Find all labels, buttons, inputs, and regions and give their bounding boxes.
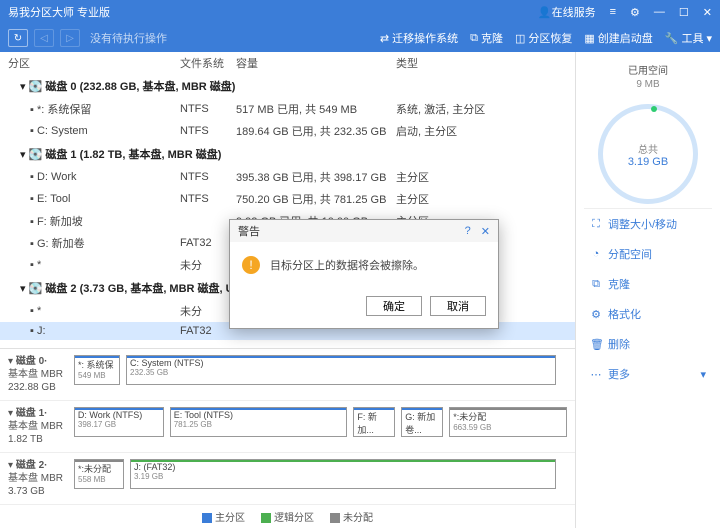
col-partition: 分区: [8, 55, 180, 71]
minimize-button[interactable]: —: [654, 6, 665, 18]
partition-bar-segment[interactable]: D: Work (NTFS)398.17 GB: [74, 407, 164, 437]
next-button[interactable]: ▷: [60, 29, 80, 47]
cancel-button[interactable]: 取消: [430, 296, 486, 316]
partition-row[interactable]: ▪ D: WorkNTFS395.38 GB 已用, 共 398.17 GB主分…: [0, 166, 575, 188]
action-item[interactable]: ⧉克隆: [584, 269, 712, 299]
tools-button[interactable]: 🔧 工具 ▾: [665, 30, 712, 46]
partition-bar-segment[interactable]: C: System (NTFS)232.35 GB: [126, 355, 556, 385]
action-icon: ⛶: [590, 218, 602, 231]
warning-icon: !: [242, 256, 260, 274]
used-space-value: 9 MB: [584, 79, 712, 90]
partition-row[interactable]: ▪ C: SystemNTFS189.64 GB 已用, 共 232.35 GB…: [0, 120, 575, 142]
partition-bar-segment[interactable]: *:未分配663.59 GB: [449, 407, 567, 437]
right-panel: 已用空间 9 MB 总共 3.19 GB ⛶调整大小/移动◔分配空间⧉克隆⚙格式…: [576, 52, 720, 528]
action-icon: ◔: [590, 248, 602, 260]
help-icon[interactable]: ?: [465, 225, 471, 238]
action-item[interactable]: ◔分配空间: [584, 239, 712, 269]
disk-icon: ▾ 💽: [20, 81, 45, 93]
action-icon: ⚙: [590, 308, 602, 321]
settings-icon[interactable]: ⚙: [630, 6, 640, 19]
partition-bar-segment[interactable]: *: 系统保549 MB: [74, 355, 120, 385]
undo-button[interactable]: ↻: [8, 29, 28, 47]
action-item[interactable]: ⋯更多▾: [584, 359, 712, 389]
disk-icon: ▾ 💽: [20, 283, 45, 295]
ok-button[interactable]: 确定: [366, 296, 422, 316]
partition-bar-segment[interactable]: F: 新加...10.00 GB: [353, 407, 395, 437]
dialog-message: 目标分区上的数据将会被擦除。: [270, 257, 424, 273]
partition-row[interactable]: ▪ E: ToolNTFS750.20 GB 已用, 共 781.25 GB主分…: [0, 188, 575, 210]
action-item[interactable]: ⚙格式化: [584, 299, 712, 329]
bootdisk-button[interactable]: ▦ 创建启动盘: [584, 30, 652, 46]
pending-ops-label: 没有待执行操作: [90, 30, 167, 46]
close-button[interactable]: ✕: [703, 6, 712, 19]
disk-header[interactable]: ▾ 💽 磁盘 1 (1.82 TB, 基本盘, MBR 磁盘): [0, 142, 575, 166]
dialog-close-icon[interactable]: ✕: [481, 225, 490, 238]
partition-row[interactable]: ▪ *: 系统保留NTFS517 MB 已用, 共 549 MB系统, 激活, …: [0, 98, 575, 120]
dialog-title: 警告: [238, 223, 260, 239]
action-item[interactable]: ⛶调整大小/移动: [584, 209, 712, 239]
capacity-chart: 总共 3.19 GB: [598, 104, 698, 204]
clone-button[interactable]: ⧉ 克隆: [470, 30, 503, 46]
app-title: 易我分区大师 专业版: [8, 4, 538, 20]
warning-dialog: 警告 ? ✕ ! 目标分区上的数据将会被擦除。 确定 取消: [229, 219, 499, 329]
disk-bar-row: ▾ 磁盘 0·基本盘 MBR232.88 GB*: 系统保549 MBC: Sy…: [0, 349, 575, 401]
col-type: 类型: [396, 55, 567, 71]
disk-icon: ▾ 💽: [20, 149, 45, 161]
action-item[interactable]: 🗑删除: [584, 329, 712, 359]
partition-bar-segment[interactable]: E: Tool (NTFS)781.25 GB: [170, 407, 348, 437]
menu-icon[interactable]: ≡: [610, 6, 616, 18]
disk-header[interactable]: ▾ 💽 磁盘 0 (232.88 GB, 基本盘, MBR 磁盘): [0, 74, 575, 98]
col-capacity: 容量: [236, 55, 396, 71]
action-icon: ⋯: [590, 368, 602, 381]
legend: 主分区 逻辑分区 未分配: [0, 505, 575, 528]
col-filesystem: 文件系统: [180, 55, 236, 71]
recover-button[interactable]: ◫ 分区恢复: [515, 30, 572, 46]
action-icon: 🗑: [590, 338, 602, 351]
disk-bar-row: ▾ 磁盘 2·基本盘 MBR3.73 GB*:未分配558 MBJ: (FAT3…: [0, 453, 575, 505]
partition-bar-segment[interactable]: G: 新加卷...10.00 GB: [401, 407, 443, 437]
prev-button[interactable]: ◁: [34, 29, 54, 47]
table-header: 分区 文件系统 容量 类型: [0, 52, 575, 74]
partition-bar-segment[interactable]: *:未分配558 MB: [74, 459, 124, 489]
online-service-link[interactable]: 👤在线服务: [538, 4, 596, 20]
maximize-button[interactable]: ☐: [679, 6, 689, 19]
disk-bar-area: ▾ 磁盘 0·基本盘 MBR232.88 GB*: 系统保549 MBC: Sy…: [0, 348, 575, 505]
action-list: ⛶调整大小/移动◔分配空间⧉克隆⚙格式化🗑删除⋯更多▾: [584, 208, 712, 389]
migrate-os-button[interactable]: ⇄ 迁移操作系统: [380, 30, 458, 46]
partition-bar-segment[interactable]: J: (FAT32)3.19 GB: [130, 459, 556, 489]
disk-bar-row: ▾ 磁盘 1·基本盘 MBR1.82 TBD: Work (NTFS)398.1…: [0, 401, 575, 453]
titlebar: 易我分区大师 专业版 👤在线服务 ≡ ⚙ — ☐ ✕: [0, 0, 720, 24]
action-icon: ⧉: [590, 278, 602, 291]
used-space-label: 已用空间: [584, 62, 712, 77]
toolbar: ↻ ◁ ▷ 没有待执行操作 ⇄ 迁移操作系统 ⧉ 克隆 ◫ 分区恢复 ▦ 创建启…: [0, 24, 720, 52]
